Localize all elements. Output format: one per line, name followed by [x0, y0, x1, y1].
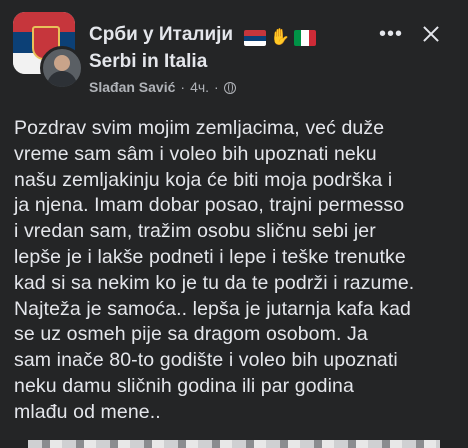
- title-emojis: ✋: [244, 27, 319, 49]
- group-title-text: Срби у Италији: [89, 24, 234, 45]
- author-avatar[interactable]: [40, 46, 84, 90]
- post-text-line: sam inače 80-to godište i voleo bih upoz…: [14, 349, 398, 372]
- close-icon[interactable]: [418, 21, 444, 47]
- post-photo[interactable]: [28, 440, 440, 448]
- post-text-line: kad si sa nekim ko je tu da te podrži i …: [14, 271, 415, 294]
- post-time-link[interactable]: 4ч.: [190, 79, 209, 95]
- post-text-line: Pozdrav svim mojim zemljacima, već duže: [14, 117, 385, 139]
- post-text-line: mlađu od mene..: [14, 400, 161, 423]
- author-name-link[interactable]: Slađan Savić: [89, 79, 175, 95]
- globe-icon[interactable]: [223, 82, 236, 94]
- post-text-line: lepše je i lakše podneti i lepe i teške …: [14, 245, 406, 268]
- post-text-line: ja njena. Imam dobar posao, trajni perme…: [14, 194, 405, 217]
- post-text-line: Najteža je samoća.. lepša je jutarnja ka…: [14, 297, 411, 320]
- meta-separator: ·: [214, 79, 219, 95]
- italy-flag-icon: [294, 29, 317, 46]
- serbia-flag-icon: [244, 29, 267, 46]
- handshake-icon: ✋: [270, 28, 291, 46]
- post-text-line: i vredan sam, tražim osobu sličnu sebi j…: [14, 220, 376, 243]
- meta-separator: ·: [180, 79, 186, 95]
- post-text-line: našu zemljakinju koja će biti moja podrš…: [14, 168, 393, 191]
- post-text-line: neku damu sličnih godina ili par godina: [14, 374, 354, 397]
- post-text-line: se uz osmeh pije sa dragom osobom. Ja: [14, 323, 368, 346]
- group-subtitle[interactable]: Serbi in Italia: [89, 51, 207, 73]
- post-meta: Slađan Savić · 4ч. ·: [89, 79, 236, 95]
- post-header: Срби у Италији ✋ Serbi in Italia Slađan …: [0, 0, 468, 100]
- group-name-link[interactable]: Срби у Италији ✋: [89, 24, 319, 49]
- post-text-line: vreme sam sâm i voleo bih upoznati neku: [14, 142, 377, 165]
- post-body: Pozdrav svim mojim zemljacima, već duže …: [14, 116, 460, 426]
- more-options-button[interactable]: •••: [377, 22, 405, 46]
